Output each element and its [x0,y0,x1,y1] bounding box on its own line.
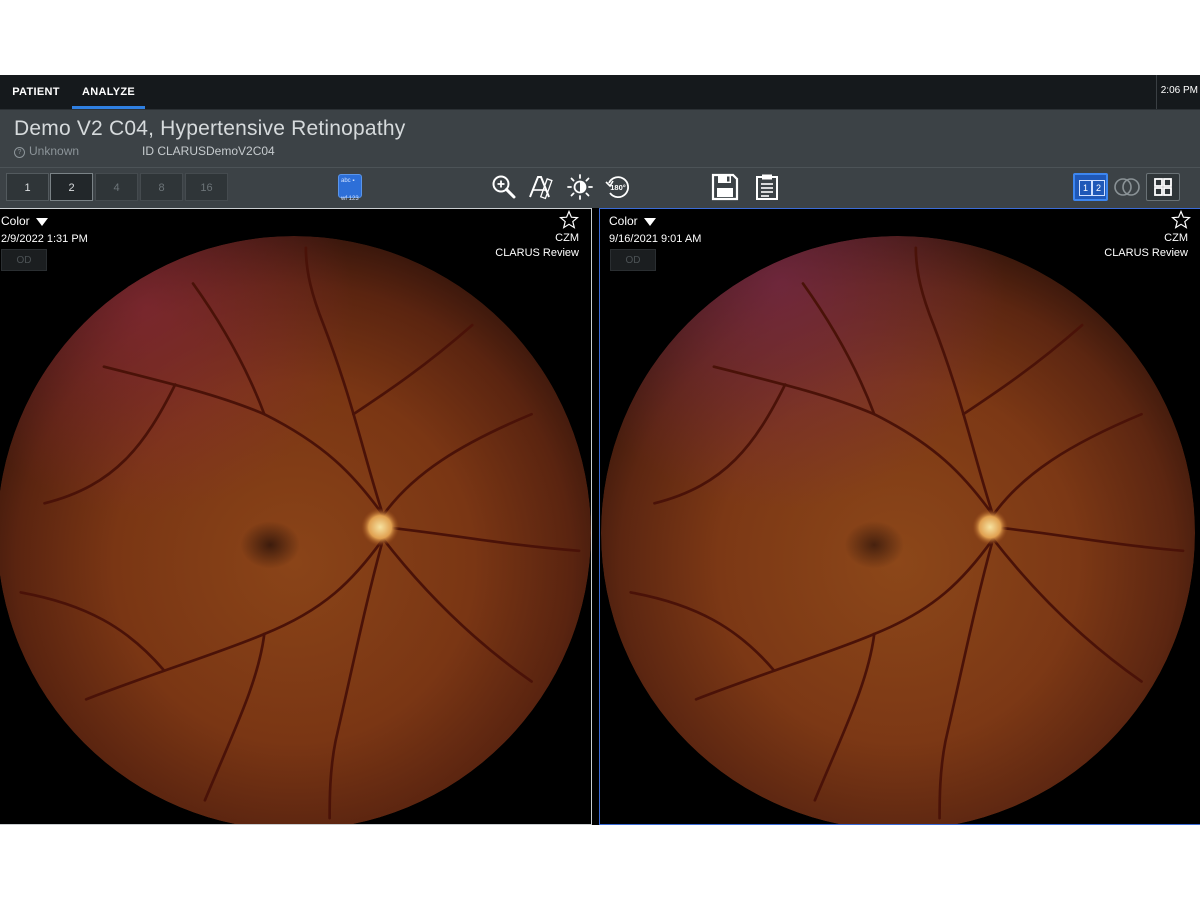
eye-laterality-button[interactable]: OD [610,249,656,271]
favorite-star-icon[interactable] [559,210,579,230]
image-date: 9/16/2021 9:01 AM [609,233,702,245]
image-mode-label: Color [609,214,638,228]
clock: 2:06 PM [1156,75,1200,109]
split-label-2: 2 [1092,180,1105,196]
tab-analyze[interactable]: ANALYZE [72,75,145,109]
device-brand: CZM [1164,232,1188,244]
measure-icon[interactable] [527,173,555,201]
image-mode-label: Color [1,214,30,228]
favorite-star-icon[interactable] [1171,210,1191,230]
device-brand: CZM [555,232,579,244]
tab-patient[interactable]: PATIENT [0,75,72,107]
split-view-icon[interactable]: 1 2 [1073,173,1108,201]
layout-4-button[interactable]: 4 [95,173,138,201]
chevron-down-icon [35,218,48,226]
image-date: 2/9/2022 1:31 PM [1,233,88,245]
image-mode-dropdown[interactable]: Color [1,214,48,228]
device-product: CLARUS Review [495,247,579,259]
patient-id: ID CLARUSDemoV2C04 [142,144,275,158]
layout-2-button[interactable]: 2 [50,173,93,201]
overlay-icon[interactable] [1112,176,1142,198]
annotation-text-wf: wf [341,196,347,202]
layout-8-button[interactable]: 8 [140,173,183,201]
patient-header: Demo V2 C04, Hypertensive Retinopathy ? U… [0,110,1200,167]
image-mode-dropdown[interactable]: Color [609,214,656,228]
layout-16-button[interactable]: 16 [185,173,228,201]
top-nav: PATIENT ANALYZE 2:06 PM [0,75,1200,110]
toolbar: 1 2 4 8 16 abc ▪ wf 123 180° 1 2 [0,167,1200,208]
grid-view-icon[interactable] [1146,173,1180,201]
rotate-label: 180° [610,183,626,192]
annotation-button[interactable]: abc ▪ wf 123 [338,174,362,202]
patient-status: ? Unknown [14,144,79,158]
info-icon: ? [14,147,25,158]
split-label-1: 1 [1079,180,1092,196]
fundus-image-right[interactable] [601,236,1195,825]
zoom-in-icon[interactable] [490,173,518,201]
fundus-image-left[interactable] [0,236,591,825]
brightness-icon[interactable] [566,173,594,201]
device-product: CLARUS Review [1104,247,1188,259]
rotate-180-icon[interactable]: 180° [604,173,632,201]
patient-name: Demo V2 C04, Hypertensive Retinopathy [14,117,406,140]
save-icon[interactable] [711,173,739,201]
patient-status-label: Unknown [29,144,80,158]
eye-laterality-button[interactable]: OD [1,249,47,271]
clipboard-icon[interactable] [753,173,781,201]
annotation-text-abc: abc [341,178,351,184]
layout-1-button[interactable]: 1 [6,173,49,201]
chevron-down-icon [643,218,656,226]
annotation-text-123: 123 [348,196,359,202]
image-panel-left[interactable]: Color 2/9/2022 1:31 PM OD CZM CLARUS Rev… [0,208,592,825]
image-panel-right[interactable]: Color 9/16/2021 9:01 AM OD CZM CLARUS Re… [599,208,1200,825]
app-window: PATIENT ANALYZE 2:06 PM Demo V2 C04, Hyp… [0,75,1200,825]
